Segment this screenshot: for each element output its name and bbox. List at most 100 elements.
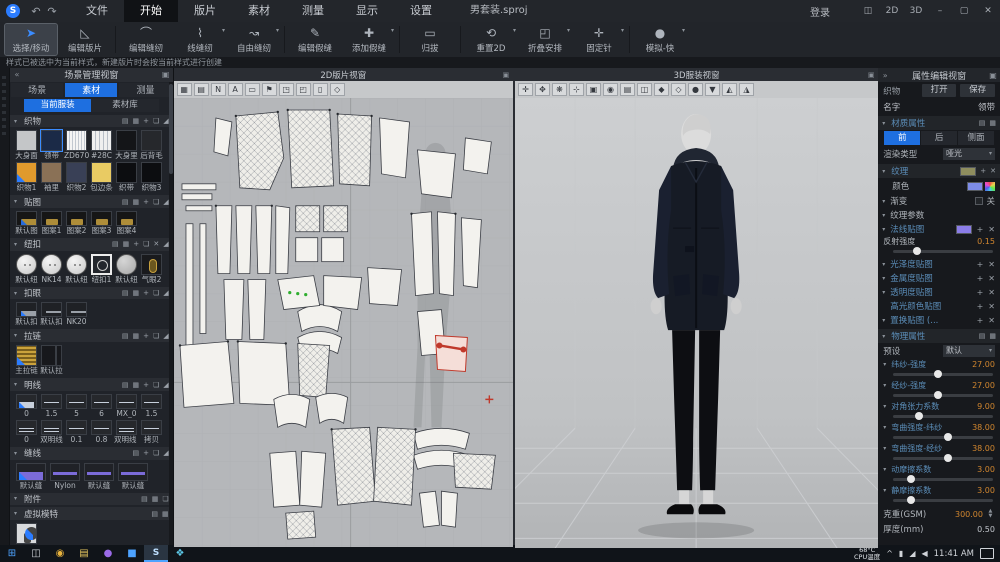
color-picker-icon[interactable] xyxy=(985,182,995,191)
buttonhole-item[interactable]: 默认扣 xyxy=(39,302,64,326)
taskbar-app-icon[interactable]: ● xyxy=(96,545,120,562)
clock[interactable]: 11:41 AM xyxy=(934,549,974,559)
trash-icon[interactable]: ✕ xyxy=(988,274,995,283)
fabric-item[interactable]: 后背毛 xyxy=(139,130,164,160)
tool-edit-pattern[interactable]: ◺ 编辑版片 xyxy=(59,24,111,55)
save-icon[interactable]: ▦ xyxy=(989,119,996,127)
trash-icon[interactable]: ✕ xyxy=(988,288,995,297)
menu-file[interactable]: 文件 xyxy=(70,0,124,22)
kinetic-friction-slider[interactable] xyxy=(893,478,993,481)
topstitch-item[interactable]: MX_0 xyxy=(114,394,139,418)
tool-edit-basting[interactable]: ✎ 编辑假缝 xyxy=(289,24,341,55)
topstitch-item[interactable]: 双明线 xyxy=(39,420,64,444)
folder-icon[interactable]: ▤ xyxy=(151,510,158,518)
trash-icon[interactable]: ✕ xyxy=(990,167,996,175)
tab-side[interactable]: 侧面 xyxy=(958,131,994,145)
show-grainline-icon[interactable]: ⚑ xyxy=(262,83,277,96)
texture-item[interactable]: 图案2 xyxy=(64,211,89,235)
section-accessory[interactable]: ▾ 附件 ▤ ▦ ❏ xyxy=(10,493,173,506)
tab-scene[interactable]: 场景 xyxy=(11,83,63,97)
topstitch-item[interactable]: 拷贝 xyxy=(139,420,164,444)
shade-solid-icon[interactable]: ◇ xyxy=(671,83,686,96)
section-texture-map[interactable]: ▾ 纹理 + ✕ xyxy=(878,164,1000,178)
thickness-field[interactable]: 0.50 xyxy=(977,525,995,534)
topstitch-item-selected[interactable]: 0 xyxy=(14,394,39,418)
show-avatar-icon[interactable]: ✛ xyxy=(518,83,533,96)
fabric-item[interactable]: 袖里 xyxy=(39,162,64,192)
topstitch-item[interactable]: 0 xyxy=(14,420,39,444)
fabric-item[interactable]: 大身里 xyxy=(114,130,139,160)
save-icon[interactable]: ▦ xyxy=(152,495,159,503)
show-texture-icon[interactable]: ◰ xyxy=(296,83,311,96)
open-button[interactable]: 打开 xyxy=(922,84,957,97)
tray-chevron-icon[interactable]: ^ xyxy=(886,549,893,558)
photos-app-icon[interactable]: ❖ xyxy=(168,545,192,562)
shade-textured-icon[interactable]: ◆ xyxy=(654,83,669,96)
battery-icon[interactable]: ▮ xyxy=(899,549,903,558)
tab-measure[interactable]: 测量 xyxy=(119,83,171,97)
collapsed-panel-strip[interactable] xyxy=(0,68,10,545)
fabric-item[interactable]: 织物3 xyxy=(139,162,164,192)
show-pattern-outline-icon[interactable]: ▭ xyxy=(245,83,260,96)
reflect-slider[interactable] xyxy=(893,250,993,253)
section-avatar[interactable]: ▾ 虚拟模特 ▤ ▦ xyxy=(10,507,173,520)
save-icon[interactable]: ▦ xyxy=(132,198,139,206)
add-icon[interactable]: + xyxy=(143,332,149,340)
caret-down-icon[interactable]: ▾ xyxy=(222,27,225,34)
show-internal-lines-icon[interactable]: ◫ xyxy=(637,83,652,96)
show-notch-icon[interactable]: N xyxy=(211,83,226,96)
fabric-item[interactable]: 织物2 xyxy=(64,162,89,192)
collapse-panel-icon[interactable]: « xyxy=(10,70,24,79)
thread-item[interactable]: 默认缝 xyxy=(116,463,150,490)
topstitch-item[interactable]: 5 xyxy=(64,394,89,418)
add-icon[interactable]: + xyxy=(977,288,984,297)
bend-warp-value[interactable]: 38.00 xyxy=(972,444,995,453)
button-item[interactable]: 默认纽 xyxy=(114,254,139,284)
add-icon[interactable]: + xyxy=(143,117,149,125)
tool-reset-2d[interactable]: ▾ ⟲ 重置2D xyxy=(465,24,517,55)
close-icon[interactable]: ✕ xyxy=(976,0,1000,22)
folder-icon[interactable]: ▤ xyxy=(122,198,129,206)
bend-weft-value[interactable]: 38.00 xyxy=(972,423,995,432)
caret-down-icon[interactable]: ▾ xyxy=(621,27,624,34)
save-icon[interactable]: ▦ xyxy=(162,510,169,518)
fabric-item[interactable]: 织带 xyxy=(114,162,139,192)
topstitch-item[interactable]: 6 xyxy=(89,394,114,418)
bend-weft-slider[interactable] xyxy=(893,436,993,439)
copy-icon[interactable]: ❏ xyxy=(153,381,159,389)
tool-select-move[interactable]: ➤ 选择/移动 xyxy=(5,24,57,55)
wifi-icon[interactable]: ◢ xyxy=(909,549,915,558)
tab-back[interactable]: 后 xyxy=(921,131,957,145)
avatar-item-selected[interactable] xyxy=(14,523,39,544)
copy-icon[interactable]: ❏ xyxy=(153,289,159,297)
save-icon[interactable]: ▦ xyxy=(132,117,139,125)
shade-mesh-icon[interactable]: ● xyxy=(688,83,703,96)
section-button[interactable]: ▾ 纽扣 ▤ ▦ + ❏ ✕ ◢ xyxy=(10,238,173,251)
weight-field[interactable]: 300.00 xyxy=(955,510,983,519)
gradient-checkbox[interactable] xyxy=(975,197,983,205)
static-friction-value[interactable]: 3.00 xyxy=(977,486,995,495)
add-icon[interactable]: + xyxy=(977,260,984,269)
button-item[interactable]: NK14 xyxy=(39,254,64,284)
save-icon[interactable]: ▦ xyxy=(132,381,139,389)
fabric-item[interactable]: 大身面 xyxy=(14,130,39,160)
redo-icon[interactable]: ↷ xyxy=(44,5,60,18)
texture-item-selected[interactable]: 默认图 xyxy=(14,211,39,235)
section-texture[interactable]: ▾ 贴图 ▤ ▦ + ❏ ◢ xyxy=(10,195,173,208)
weight-stepper[interactable]: ▲▼ xyxy=(986,509,995,519)
texture-item[interactable]: 图案4 xyxy=(114,211,139,235)
weft-strength-value[interactable]: 27.00 xyxy=(972,360,995,369)
diagonal-tension-slider[interactable] xyxy=(893,415,993,418)
copy-icon[interactable]: ❏ xyxy=(153,198,159,206)
thread-item-selected[interactable]: 默认缝 xyxy=(14,463,48,490)
subtab-current-garment[interactable]: 当前服装 xyxy=(24,99,91,112)
tool-iron[interactable]: ▭ 归拔 xyxy=(404,24,456,55)
menu-material[interactable]: 素材 xyxy=(232,0,286,22)
add-icon[interactable]: + xyxy=(977,274,984,283)
style3d-app-icon[interactable]: S xyxy=(144,545,168,562)
pin-panel-icon[interactable]: ▣ xyxy=(986,71,1000,80)
sidebar-scrollbar[interactable] xyxy=(169,82,173,545)
topstitch-item[interactable]: 双明线 0 xyxy=(114,420,139,444)
tab-front[interactable]: 前 xyxy=(884,131,920,145)
fabric-item[interactable]: 织物1 xyxy=(14,162,39,192)
